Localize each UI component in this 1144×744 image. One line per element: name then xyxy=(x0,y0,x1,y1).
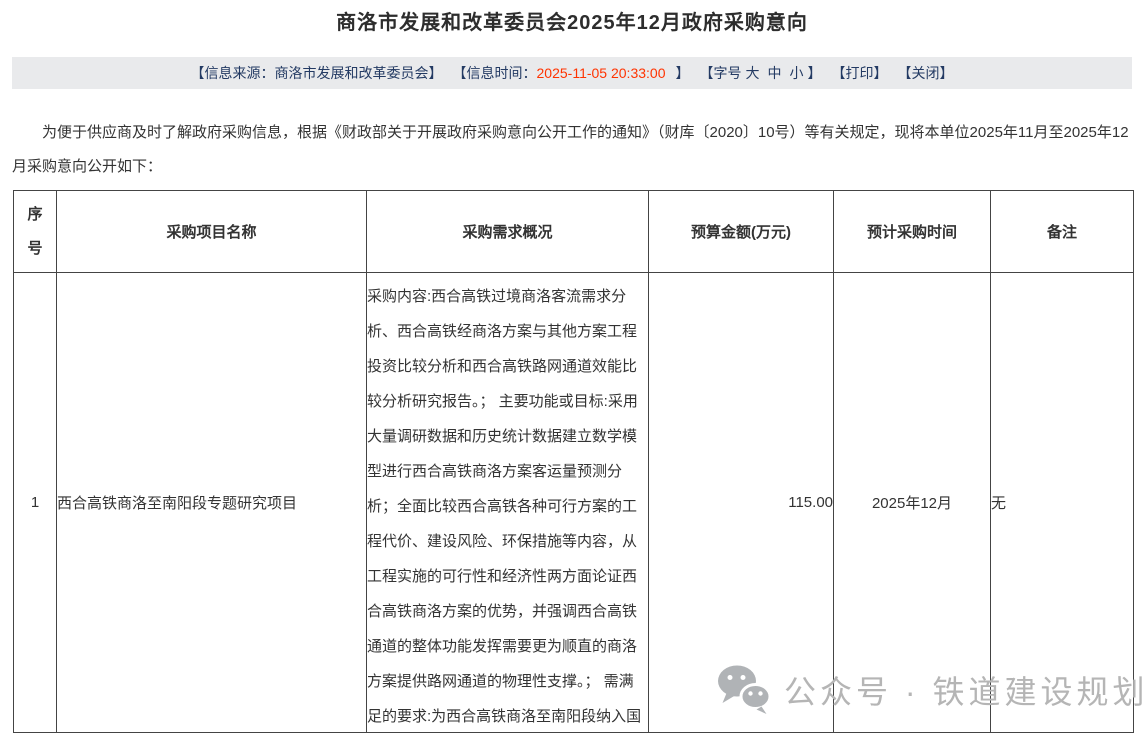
cell-seq: 1 xyxy=(14,273,57,733)
requirement-text: 采购内容:西合高铁过境商洛客流需求分析、西合高铁经商洛方案与其他方案工程投资比较… xyxy=(367,279,648,727)
header-purchase-time: 预计采购时间 xyxy=(834,191,991,273)
close-button[interactable]: 【关闭】 xyxy=(897,63,953,83)
header-remark: 备注 xyxy=(991,191,1134,273)
cell-budget: 115.00 xyxy=(649,273,834,733)
info-bar: 【信息来源：商洛市发展和改革委员会】 【信息时间：2025-11-05 20:3… xyxy=(12,57,1132,89)
table-header-row: 序号 采购项目名称 采购需求概况 预算金额(万元) 预计采购时间 备注 xyxy=(14,191,1134,273)
info-source: 【信息来源：商洛市发展和改革委员会】 xyxy=(191,63,443,83)
cell-purchase-time: 2025年12月 xyxy=(834,273,991,733)
info-time-suffix: 】 xyxy=(675,65,689,81)
font-size-large-button[interactable]: 大 xyxy=(745,65,759,81)
print-button[interactable]: 【打印】 xyxy=(831,63,887,83)
info-time-prefix: 【信息时间： xyxy=(453,65,537,81)
font-size-suffix: 】 xyxy=(807,65,821,81)
page-title: 商洛市发展和改革委员会2025年12月政府采购意向 xyxy=(0,6,1144,35)
table-row: 1 西合高铁商洛至南阳段专题研究项目 采购内容:西合高铁过境商洛客流需求分析、西… xyxy=(14,273,1134,733)
header-project-name: 采购项目名称 xyxy=(57,191,367,273)
cell-project-name: 西合高铁商洛至南阳段专题研究项目 xyxy=(57,273,367,733)
cell-remark: 无 xyxy=(991,273,1134,733)
cell-requirement: 采购内容:西合高铁过境商洛客流需求分析、西合高铁经商洛方案与其他方案工程投资比较… xyxy=(367,273,649,733)
info-time-value: 2025-11-05 20:33:00 xyxy=(537,65,666,81)
header-seq: 序号 xyxy=(14,191,57,273)
font-size-medium-button[interactable]: 中 xyxy=(767,65,781,81)
intro-paragraph: 为便于供应商及时了解政府采购信息，根据《财政部关于开展政府采购意向公开工作的通知… xyxy=(12,116,1134,184)
procurement-table: 序号 采购项目名称 采购需求概况 预算金额(万元) 预计采购时间 备注 1 西合… xyxy=(13,190,1134,733)
info-time: 【信息时间：2025-11-05 20:33:00 】 xyxy=(453,63,690,83)
font-size-small-button[interactable]: 小 xyxy=(789,65,803,81)
header-requirement: 采购需求概况 xyxy=(367,191,649,273)
font-size-control: 【字号大中小】 xyxy=(699,63,821,83)
header-budget: 预算金额(万元) xyxy=(649,191,834,273)
font-size-label: 【字号 xyxy=(699,65,741,81)
